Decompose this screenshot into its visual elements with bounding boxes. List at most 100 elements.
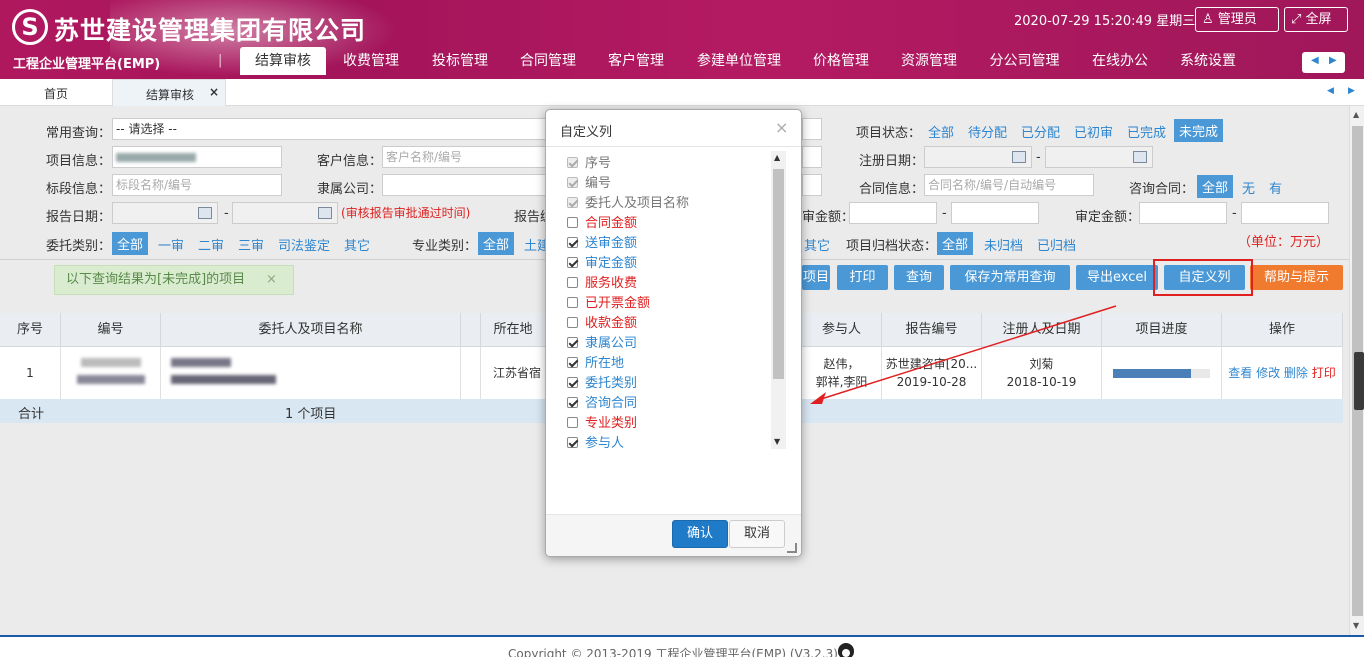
column-option[interactable]: 已开票金额: [567, 292, 650, 312]
print-link[interactable]: 打印: [1312, 366, 1336, 380]
dialog-scroll-up-icon[interactable]: ▲: [774, 153, 780, 162]
contract-info-input[interactable]: 合同名称/编号/自动编号: [924, 174, 1094, 196]
column-option[interactable]: 审定金额: [567, 252, 637, 272]
column-checkbox[interactable]: [567, 357, 578, 368]
delegate-second[interactable]: 二审: [198, 235, 224, 254]
save-query-button[interactable]: 保存为常用查询: [950, 265, 1070, 290]
view-link[interactable]: 查看: [1228, 366, 1252, 380]
admin-button[interactable]: ♙ 管理员: [1195, 7, 1279, 32]
affiliated-extra-input[interactable]: [802, 174, 822, 196]
fullscreen-button[interactable]: ⤢ 全屏: [1284, 7, 1348, 32]
column-option[interactable]: 收款金额: [567, 312, 637, 332]
nav-item-office[interactable]: 在线办公: [1085, 47, 1155, 75]
register-date-from[interactable]: [924, 146, 1032, 168]
column-option[interactable]: 送审金额: [567, 232, 637, 252]
side-handle[interactable]: [1354, 352, 1364, 410]
common-query-select[interactable]: -- 请选择 --: [112, 118, 546, 140]
archive-no[interactable]: 未归档: [984, 235, 1023, 254]
edit-link[interactable]: 修改: [1256, 366, 1280, 380]
export-excel-button[interactable]: 导出excel: [1076, 265, 1158, 290]
report-date-from[interactable]: [112, 202, 218, 224]
scroll-down-icon[interactable]: ▼: [1353, 621, 1359, 630]
column-option[interactable]: 所在地: [567, 352, 624, 372]
status-done[interactable]: 已完成: [1127, 122, 1166, 141]
column-option[interactable]: 委托类别: [567, 372, 637, 392]
dialog-scroll-thumb[interactable]: [773, 169, 784, 379]
scroll-up-icon[interactable]: ▲: [1353, 110, 1359, 119]
column-option[interactable]: 委托人及项目名称: [567, 192, 689, 212]
notice-close-icon[interactable]: ×: [266, 266, 277, 294]
client-info-input[interactable]: 客户名称/编号: [382, 146, 546, 168]
nav-item-participants[interactable]: 参建单位管理: [689, 47, 789, 75]
consult-none[interactable]: 无: [1242, 178, 1255, 197]
nav-item-settlement[interactable]: 结算审核: [240, 47, 326, 75]
column-option[interactable]: 参与人: [567, 432, 624, 451]
client-extra-input[interactable]: [802, 146, 822, 168]
tab-left-icon[interactable]: ◀: [1327, 86, 1334, 96]
column-checkbox[interactable]: [567, 217, 578, 228]
column-checkbox[interactable]: [567, 237, 578, 248]
approved-amount-from[interactable]: [1139, 202, 1227, 224]
tab-home[interactable]: 首页: [44, 85, 68, 102]
approved-amount-to[interactable]: [1241, 202, 1329, 224]
column-option[interactable]: 服务收费: [567, 272, 637, 292]
status-assigned[interactable]: 已分配: [1021, 122, 1060, 141]
print-button[interactable]: 打印: [837, 265, 888, 290]
help-button[interactable]: 帮助与提示: [1250, 265, 1343, 290]
tab-close-icon[interactable]: ×: [209, 85, 219, 99]
consult-yes[interactable]: 有: [1269, 178, 1282, 197]
consult-all[interactable]: 全部: [1197, 175, 1234, 198]
report-date-to[interactable]: [232, 202, 338, 224]
delegate-first[interactable]: 一审: [158, 235, 184, 254]
calendar-icon[interactable]: [1133, 151, 1147, 163]
status-all[interactable]: 全部: [928, 122, 954, 141]
audit-amount-from[interactable]: [849, 202, 937, 224]
audit-amount-to[interactable]: [951, 202, 1039, 224]
column-checkbox[interactable]: [567, 317, 578, 328]
nav-item-bidding[interactable]: 投标管理: [425, 47, 495, 75]
dialog-scrollbar[interactable]: ▲ ▼: [771, 151, 786, 449]
register-date-to[interactable]: [1045, 146, 1153, 168]
project-info-input[interactable]: [112, 146, 282, 168]
nav-item-prices[interactable]: 价格管理: [806, 47, 876, 75]
nav-item-customers[interactable]: 客户管理: [601, 47, 671, 75]
delegate-other[interactable]: 其它: [344, 235, 370, 254]
nav-item-system[interactable]: 系统设置: [1173, 47, 1243, 75]
col-index[interactable]: 序号: [0, 313, 61, 347]
col-actions[interactable]: 操作: [1222, 313, 1343, 347]
column-checkbox[interactable]: [567, 377, 578, 388]
column-checkbox[interactable]: [567, 297, 578, 308]
calendar-icon[interactable]: [198, 207, 212, 219]
delete-link[interactable]: 删除: [1284, 366, 1308, 380]
qq-icon[interactable]: [838, 643, 854, 657]
delegate-third[interactable]: 三审: [238, 235, 264, 254]
status-select[interactable]: [802, 118, 822, 140]
nav-right-icon[interactable]: ▶: [1329, 55, 1337, 66]
column-option[interactable]: 合同金额: [567, 212, 637, 232]
project-button[interactable]: 项目: [802, 265, 830, 290]
column-option[interactable]: 编号: [567, 172, 611, 192]
nav-item-contracts[interactable]: 合同管理: [513, 47, 583, 75]
delegate-all[interactable]: 全部: [112, 232, 149, 255]
archive-all[interactable]: 全部: [937, 232, 974, 255]
nav-item-resources[interactable]: 资源管理: [894, 47, 964, 75]
section-info-input[interactable]: 标段名称/编号: [112, 174, 282, 196]
query-button[interactable]: 查询: [894, 265, 944, 290]
specialty-other[interactable]: 其它: [804, 235, 830, 254]
resize-handle-icon[interactable]: [787, 543, 797, 553]
dialog-close-icon[interactable]: ×: [775, 118, 788, 137]
column-checkbox[interactable]: [567, 277, 578, 288]
col-client-project[interactable]: 委托人及项目名称: [161, 313, 461, 347]
column-checkbox[interactable]: [567, 417, 578, 428]
archive-yes[interactable]: 已归档: [1037, 235, 1076, 254]
delegate-judicial[interactable]: 司法鉴定: [278, 235, 330, 254]
column-checkbox[interactable]: [567, 437, 578, 448]
calendar-icon[interactable]: [1012, 151, 1026, 163]
status-unfinished[interactable]: 未完成: [1174, 119, 1224, 142]
column-option[interactable]: 专业类别: [567, 412, 637, 432]
column-option[interactable]: 咨询合同: [567, 392, 637, 412]
column-option[interactable]: 序号: [567, 152, 611, 172]
nav-item-fees[interactable]: 收费管理: [336, 47, 406, 75]
col-code[interactable]: 编号: [61, 313, 161, 347]
cancel-button[interactable]: 取消: [729, 520, 785, 548]
